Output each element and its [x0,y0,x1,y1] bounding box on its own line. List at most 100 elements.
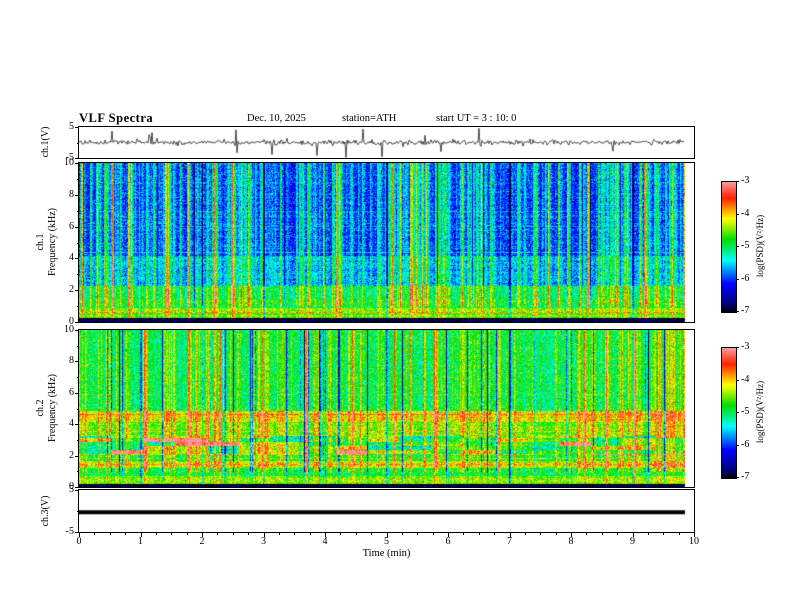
x-tick-minor [601,533,603,535]
y-tick-minor [77,471,79,473]
colorbar-tick-label: -7 [741,305,750,316]
y-tick-minor [77,345,79,347]
x-tick-minor [417,533,419,535]
x-tick-minor [109,533,111,535]
colorbar-1 [722,182,736,312]
x-tick-major [140,533,142,537]
x-tick-label: 3 [261,536,266,547]
ch2-spectrogram [79,330,694,487]
y-tick-label: 10 [64,324,74,335]
x-tick-label: 7 [507,536,512,547]
x-tick-label: 5 [384,536,389,547]
colorbar-tick-label: -7 [741,471,750,482]
x-tick-minor [232,533,234,535]
y-tick-major [75,330,79,331]
x-tick-minor [278,533,280,535]
x-tick-label: 0 [76,536,82,547]
ch2-frequency-axis-label: Frequency (kHz) [46,373,58,443]
x-tick-minor [94,533,96,535]
ch1-waveform-plot [79,127,694,158]
y-tick-minor [77,408,79,410]
x-tick-major [509,533,511,537]
x-tick-minor [340,533,342,535]
x-tick-minor [186,533,188,535]
time-axis-label: Time (min) [362,548,411,559]
y-tick-minor [77,306,79,308]
ch3-voltage-axis-label: ch.3(V) [39,495,51,527]
colorbar-tick [736,477,739,478]
colorbar-tick-label: -5 [741,240,750,251]
y-tick-label: -5 [65,152,74,163]
y-tick-label: 5 [69,484,74,495]
y-tick-major [75,361,79,363]
x-tick-minor [678,533,680,535]
station-label: station=ATH [342,113,397,124]
colorbar-2-frame [721,347,737,479]
y-tick-label: -5 [65,526,74,537]
vlf-spectra-figure: VLF Spectra Dec. 10, 2025 station=ATH st… [0,0,792,612]
x-tick-major [448,533,449,537]
y-tick-major [75,322,79,323]
x-tick-minor [494,533,496,535]
y-tick-label: 8 [69,355,74,367]
x-tick-minor [155,533,157,535]
y-tick-major [75,490,79,491]
y-tick-minor [77,439,79,441]
y-tick-label: 2 [69,449,74,461]
y-tick-minor [77,274,79,276]
x-tick-minor [524,533,526,535]
y-tick-major [75,455,79,457]
y-tick-minor [77,242,79,244]
colorbar-tick [736,379,739,381]
x-tick-minor [478,533,480,535]
colorbar-tick [736,311,739,312]
colorbar-1-frame [721,181,737,313]
x-tick-minor [647,533,649,535]
y-tick-major [75,532,79,533]
colorbar-tick [736,246,739,247]
x-tick-major [325,533,326,537]
x-tick-minor [355,533,357,535]
y-tick-major [75,487,79,488]
colorbar-tick [736,347,739,348]
y-tick-major [75,163,79,164]
x-tick-major [694,533,695,537]
x-tick-label: 1 [138,536,143,547]
x-tick-label: 9 [630,536,635,547]
ch1-voltage-axis-label: ch.1(V) [39,126,51,158]
y-tick-label: 5 [69,121,74,132]
y-tick-label: 4 [69,418,74,430]
colorbar-tick [736,412,739,413]
y-tick-major [75,194,79,196]
x-tick-minor [617,533,619,535]
x-tick-major [386,533,388,537]
y-tick-major [75,392,79,394]
x-tick-major [632,533,634,537]
colorbar-tick [736,444,739,446]
ch3-waveform-panel [78,489,695,533]
y-tick-minor [77,210,79,212]
x-tick-major [571,533,572,537]
colorbar-2 [722,348,736,478]
ch1-waveform-panel [78,126,695,159]
ch3-waveform-plot [79,490,694,532]
x-tick-major [263,533,265,537]
colorbar-tick-label: -4 [741,373,750,385]
colorbar-tick-label: -3 [741,341,750,352]
x-tick-major [202,533,203,537]
x-tick-minor [463,533,465,535]
x-tick-label: 6 [445,536,451,547]
y-tick-label: 4 [69,252,74,264]
ch1-frequency-axis-label: Frequency (kHz) [46,207,58,277]
x-tick-minor [371,533,373,535]
y-tick-major [75,258,79,260]
date-label: Dec. 10, 2025 [247,113,306,124]
y-tick-minor [77,511,79,512]
x-tick-minor [171,533,173,535]
colorbar-tick [736,278,739,280]
x-tick-label: 10 [689,536,699,547]
plot-title: VLF Spectra [79,111,154,125]
y-tick-major [75,226,79,228]
y-tick-major [75,158,79,159]
y-tick-minor [77,142,79,144]
